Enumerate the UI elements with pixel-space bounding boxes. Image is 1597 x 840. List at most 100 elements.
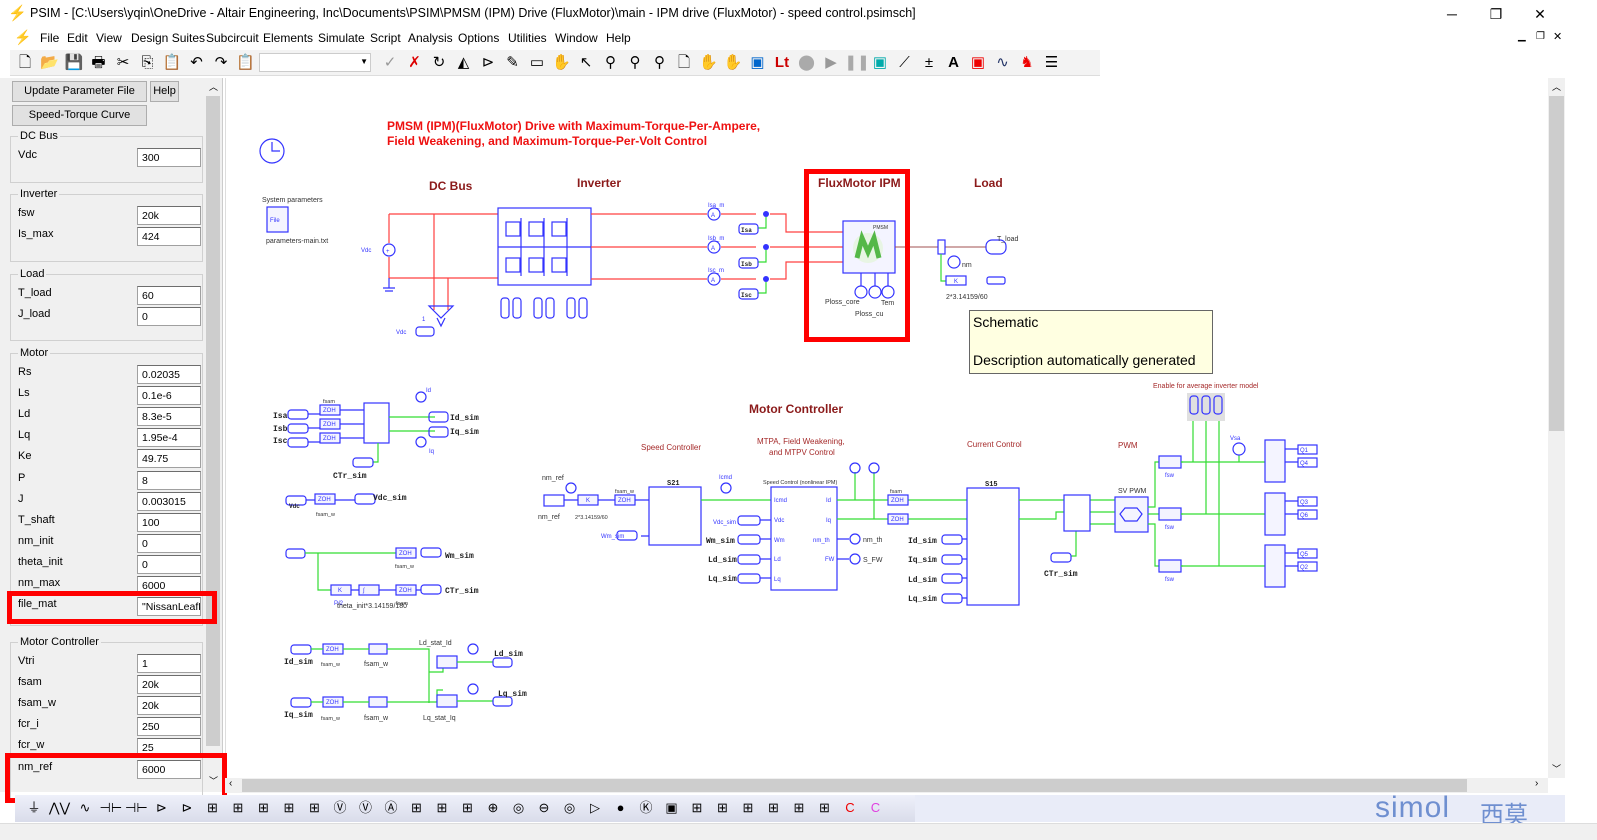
hand-red-icon[interactable]: ✋: [698, 52, 720, 74]
vtri-input[interactable]: 1: [137, 654, 201, 673]
edit-wire-icon[interactable]: ⟋: [894, 52, 916, 74]
fcr-i-input[interactable]: 250: [137, 717, 201, 737]
c-script-icon[interactable]: C: [865, 797, 887, 819]
panel-scroll-thumb[interactable]: [206, 96, 220, 746]
sum-icon[interactable]: ⊞: [712, 797, 734, 819]
cut-icon[interactable]: ✂: [112, 52, 134, 74]
print-icon[interactable]: 🖶: [88, 52, 110, 74]
mdi-minimize-icon[interactable]: ▁: [1518, 31, 1526, 42]
undo-icon[interactable]: ↶: [186, 52, 208, 74]
p-input[interactable]: 8: [137, 470, 201, 490]
delete-x-icon[interactable]: ✗: [404, 52, 426, 74]
ls-input[interactable]: 0.1e-6: [137, 386, 201, 406]
parameter-file-icon[interactable]: File: [266, 206, 289, 233]
close-button[interactable]: ✕: [1520, 3, 1560, 25]
label-icon[interactable]: ▭: [526, 52, 548, 74]
c-block-icon[interactable]: C: [839, 797, 861, 819]
ld-input[interactable]: 8.3e-5: [137, 407, 201, 427]
scope-b-icon[interactable]: ⊞: [431, 797, 453, 819]
fsw-input[interactable]: 20k: [137, 206, 201, 225]
integrator-icon[interactable]: ⊞: [737, 797, 759, 819]
zoom-icon[interactable]: ⚲: [600, 52, 622, 74]
fluxmotor-pmsm-block[interactable]: PMSM: [842, 220, 896, 274]
three-phase-inverter[interactable]: [497, 207, 592, 319]
menu-analysis[interactable]: Analysis: [408, 31, 453, 45]
divider-icon[interactable]: ⊞: [814, 797, 836, 819]
menu-simulate[interactable]: Simulate: [318, 31, 365, 45]
menu-window[interactable]: Window: [555, 31, 598, 45]
mdi-close-icon[interactable]: ✕: [1553, 30, 1562, 43]
clipboard-check-icon[interactable]: 📋: [235, 52, 257, 74]
canvas-horizontal-scrollbar[interactable]: ‹ ›: [225, 778, 1548, 793]
flip-vertical-icon[interactable]: ⊳: [477, 52, 499, 74]
redo-icon[interactable]: ↷: [210, 52, 232, 74]
j-load-input[interactable]: 0: [137, 307, 201, 327]
j-input[interactable]: 0.003015: [137, 491, 201, 511]
diode-icon[interactable]: ⊞: [304, 797, 326, 819]
schematic-canvas[interactable]: PMSM (IPM)(FluxMotor) Drive with Maximum…: [225, 78, 1548, 778]
resistor-icon[interactable]: ⋀⋁: [49, 797, 71, 819]
edit-param-icon[interactable]: ±: [918, 52, 940, 74]
mdi-restore-icon[interactable]: ❐: [1536, 31, 1545, 42]
block-icon[interactable]: ⊞: [457, 797, 479, 819]
text-a-icon[interactable]: A: [943, 52, 965, 74]
dc-source-icon[interactable]: ⊖: [533, 797, 555, 819]
comparator-icon[interactable]: ▷: [584, 797, 606, 819]
ke-input[interactable]: 49.75: [137, 449, 201, 469]
k-gain-icon[interactable]: Ⓚ: [635, 797, 657, 819]
open-folder-icon[interactable]: 📂: [39, 52, 61, 74]
wire-pencil-icon[interactable]: ✎: [502, 52, 524, 74]
menu-subcircuit[interactable]: Subcircuit: [206, 31, 259, 45]
hand-pan-icon[interactable]: ✋: [551, 52, 573, 74]
scroll-up-icon[interactable]: ︿: [1552, 80, 1561, 93]
chevron-down-icon[interactable]: ▼: [360, 57, 368, 66]
capacitor-polar-icon[interactable]: ⊣⊢: [125, 797, 148, 819]
fsam-input[interactable]: 20k: [137, 675, 201, 695]
zoom-out-icon[interactable]: ⚲: [649, 52, 671, 74]
check-icon[interactable]: ✓: [379, 52, 401, 74]
ground-icon[interactable]: ⏚: [23, 797, 45, 819]
thyristor-bridge-icon[interactable]: ⊞: [227, 797, 249, 819]
menu-options[interactable]: Options: [458, 31, 499, 45]
help-button[interactable]: Help: [150, 81, 179, 102]
menu-utilities[interactable]: Utilities: [508, 31, 547, 45]
menu-design-suites[interactable]: Design Suites: [131, 31, 205, 45]
ammeter-icon[interactable]: Ⓐ: [380, 797, 402, 819]
scroll-up-icon[interactable]: ︿: [209, 80, 218, 93]
canvas-hscroll-thumb[interactable]: [242, 779, 1467, 792]
red-tool-icon[interactable]: ▣: [967, 52, 989, 74]
stop-icon[interactable]: ⬤: [796, 52, 818, 74]
scroll-left-icon[interactable]: ‹: [229, 778, 232, 789]
diode-bridge-icon[interactable]: ⊞: [202, 797, 224, 819]
copy-icon[interactable]: ⎘: [137, 52, 159, 74]
restore-button[interactable]: ❐: [1476, 3, 1516, 25]
menu-elements[interactable]: Elements: [263, 31, 313, 45]
vdc-input[interactable]: 300: [137, 148, 201, 167]
nm-ref-input[interactable]: 6000: [137, 759, 201, 779]
ac-source-icon[interactable]: ⊕: [482, 797, 504, 819]
scroll-right-icon[interactable]: ›: [1535, 778, 1538, 789]
zoom-in-icon[interactable]: ⚲: [624, 52, 646, 74]
menu-help[interactable]: Help: [606, 31, 631, 45]
scroll-down-icon[interactable]: ﹀: [1552, 762, 1561, 775]
hand-plus-icon[interactable]: ✋: [722, 52, 744, 74]
paste-icon[interactable]: 📋: [161, 52, 183, 74]
current-control-block[interactable]: [966, 487, 1020, 606]
menu-view[interactable]: View: [96, 31, 122, 45]
fcr-w-input[interactable]: 25: [137, 738, 201, 758]
voltage-probe-icon[interactable]: Ⓥ: [355, 797, 377, 819]
speed-torque-curve-button[interactable]: Speed-Torque Curve: [12, 105, 147, 126]
module-icon[interactable]: ⊞: [253, 797, 275, 819]
panel-scrollbar[interactable]: ︿ ﹀: [205, 78, 221, 790]
menu-file[interactable]: File: [40, 31, 59, 45]
elephant-icon[interactable]: ♞: [1016, 52, 1038, 74]
igbt-icon[interactable]: ⊳: [176, 797, 198, 819]
scroll-down-icon[interactable]: ﹀: [209, 774, 218, 787]
new-file-icon[interactable]: 🗋: [14, 52, 36, 74]
rs-input[interactable]: 0.02035: [137, 365, 201, 384]
triode-icon[interactable]: ⊞: [278, 797, 300, 819]
save-icon[interactable]: 💾: [63, 52, 85, 74]
pause-icon[interactable]: ❚❚: [845, 52, 870, 74]
toolbar-combo[interactable]: ▼: [259, 53, 371, 72]
file-mat-input[interactable]: "NissanLeafLi: [137, 597, 201, 617]
